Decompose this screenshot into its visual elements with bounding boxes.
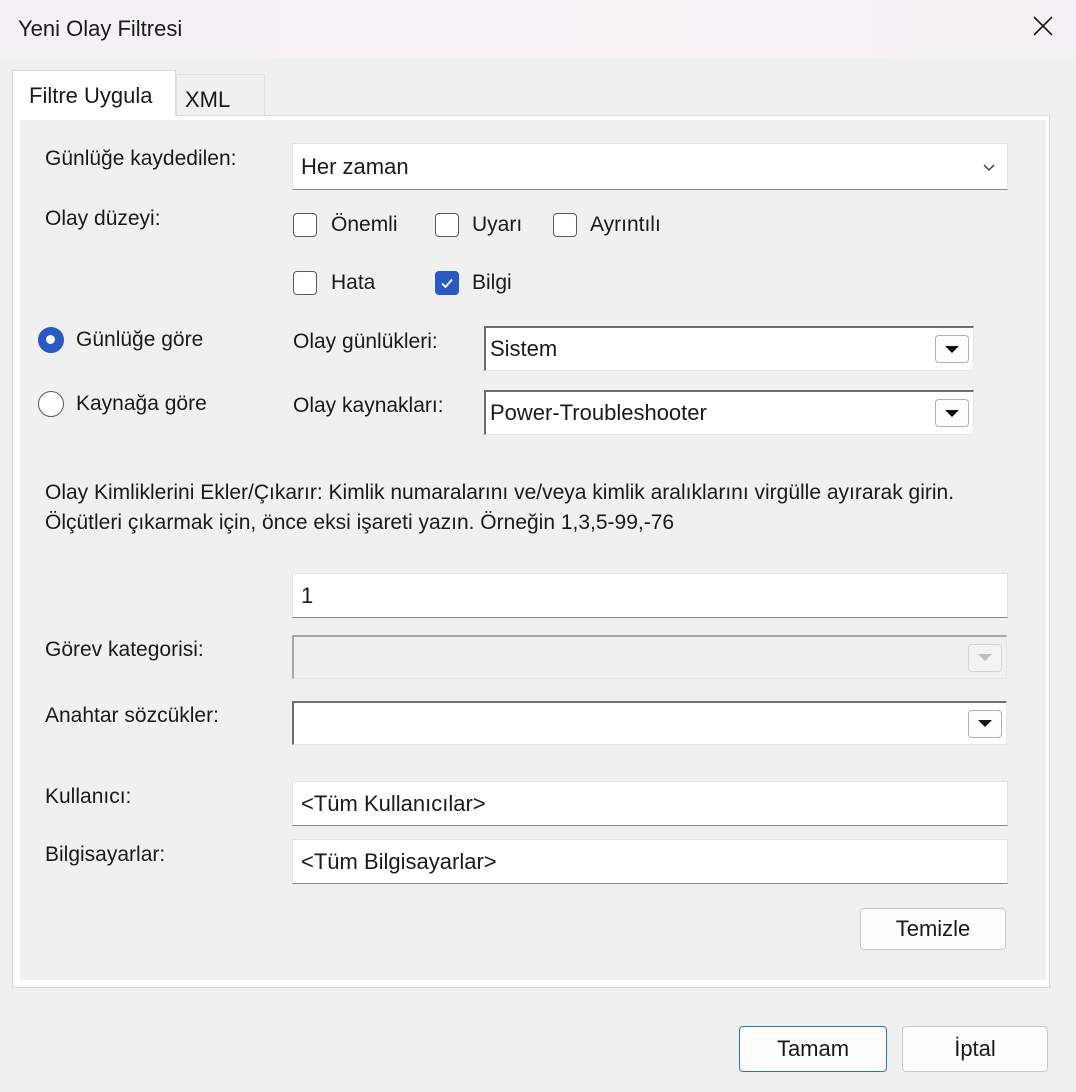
keywords-label: Anahtar sözcükler: [45,704,219,727]
by-source-radio[interactable] [38,391,64,417]
event-sources-label: Olay kaynakları: [293,394,444,417]
dropdown-arrow-icon [945,345,959,353]
event-sources-combo[interactable]: Power-Troubleshooter [484,390,974,435]
event-ids-input[interactable]: 1 [292,573,1008,618]
event-sources-dropdown-button[interactable] [935,399,969,427]
task-category-label: Görev kategorisi: [45,638,204,661]
dropdown-arrow-icon [978,720,992,727]
by-log-radio[interactable] [38,327,64,353]
event-sources-value: Power-Troubleshooter [490,400,707,425]
event-logs-label: Olay günlükleri: [293,330,438,353]
keywords-dropdown-button[interactable] [968,709,1002,738]
level-verbose-checkbox[interactable] [553,213,577,237]
chevron-down-icon [983,164,995,171]
computers-value: <Tüm Bilgisayarlar> [301,848,497,874]
user-label: Kullanıcı: [45,785,132,808]
by-source-label: Kaynağa göre [76,392,207,415]
task-category-combo[interactable] [292,635,1007,679]
checkmark-icon [441,278,453,289]
level-verbose-label: Ayrıntılı [590,213,661,236]
level-information-checkbox[interactable] [435,271,459,295]
dropdown-arrow-icon [945,409,959,417]
title-bar: Yeni Olay Filtresi [0,0,1076,58]
window-title: Yeni Olay Filtresi [18,16,183,41]
level-critical-checkbox[interactable] [293,213,317,237]
event-ids-value: 1 [301,582,314,608]
user-input[interactable]: <Tüm Kullanıcılar> [292,781,1008,826]
close-button[interactable] [1020,6,1066,46]
event-logs-value: Sistem [490,336,558,361]
close-icon [1033,16,1053,36]
tab-xml[interactable]: XML [176,74,265,116]
event-logs-combo[interactable]: Sistem [484,326,974,371]
level-information-label: Bilgi [472,271,512,294]
clear-button[interactable]: Temizle [860,908,1006,950]
level-critical-label: Önemli [331,213,398,236]
level-error-label: Hata [331,271,376,294]
logged-value: Her zaman [301,153,409,179]
logged-dropdown[interactable]: Her zaman [292,143,1008,190]
ok-button[interactable]: Tamam [739,1026,887,1072]
logged-label: Günlüğe kaydedilen: [45,147,237,170]
keywords-combo[interactable] [292,701,1007,745]
level-error-checkbox[interactable] [293,271,317,295]
by-log-label: Günlüğe göre [76,328,204,351]
dropdown-arrow-icon [978,654,992,661]
event-logs-dropdown-button[interactable] [935,335,969,363]
task-category-dropdown-button[interactable] [968,643,1002,672]
computers-input[interactable]: <Tüm Bilgisayarlar> [292,839,1008,884]
level-warning-checkbox[interactable] [435,213,459,237]
cancel-button[interactable]: İptal [902,1026,1048,1072]
computers-label: Bilgisayarlar: [45,843,166,866]
level-warning-label: Uyarı [472,213,523,236]
event-level-label: Olay düzeyi: [45,207,161,230]
tab-filter[interactable]: Filtre Uygula [12,70,176,116]
user-value: <Tüm Kullanıcılar> [301,790,486,816]
event-ids-description: Olay Kimliklerini Ekler/Çıkarır: Kimlik … [45,481,955,534]
